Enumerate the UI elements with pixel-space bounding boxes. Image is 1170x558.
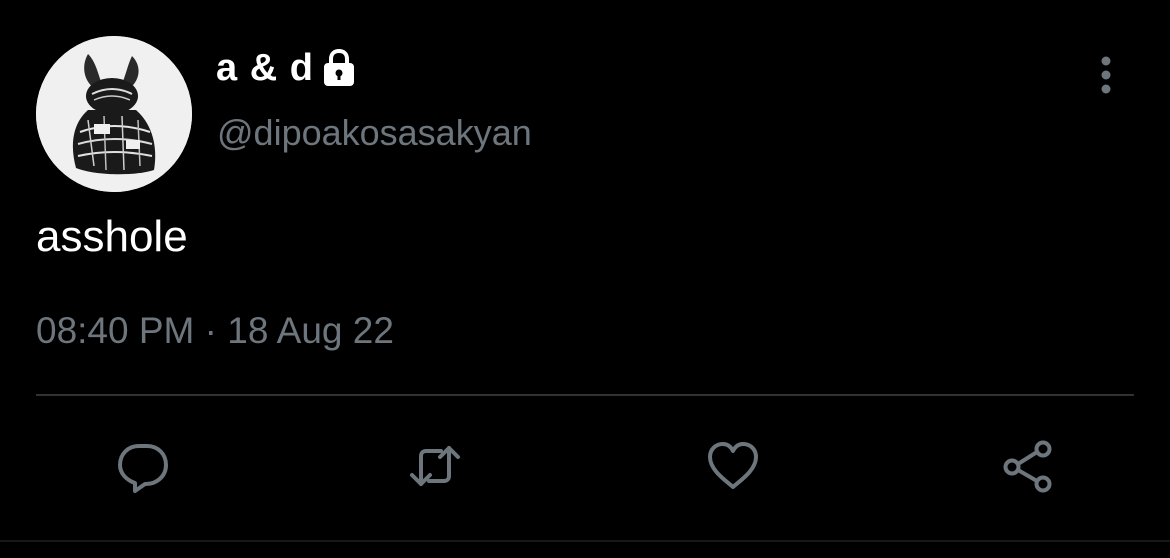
lock-icon xyxy=(322,48,356,88)
retweet-button[interactable] xyxy=(405,436,465,496)
author-handle[interactable]: @dipoakosasakyan xyxy=(217,112,532,154)
divider xyxy=(36,394,1134,396)
reply-button[interactable] xyxy=(113,436,173,496)
avatar[interactable] xyxy=(36,36,192,192)
tweet-text: asshole xyxy=(36,212,188,261)
share-button[interactable] xyxy=(998,436,1058,496)
tweet-card: a & d @dipoakosasakyan asshole 08:40 PM … xyxy=(0,0,1170,558)
like-button[interactable] xyxy=(703,436,763,496)
display-name[interactable]: a & d xyxy=(216,47,314,90)
retweet-icon xyxy=(410,446,460,486)
bottom-divider xyxy=(0,540,1170,542)
author-name-row: a & d xyxy=(216,44,356,92)
heart-icon xyxy=(708,442,758,489)
reply-icon xyxy=(118,444,168,493)
share-icon xyxy=(1003,440,1052,493)
avatar-image xyxy=(36,36,192,192)
more-vertical-icon[interactable] xyxy=(1092,54,1120,96)
tweet-timestamp[interactable]: 08:40 PM · 18 Aug 22 xyxy=(36,310,394,352)
